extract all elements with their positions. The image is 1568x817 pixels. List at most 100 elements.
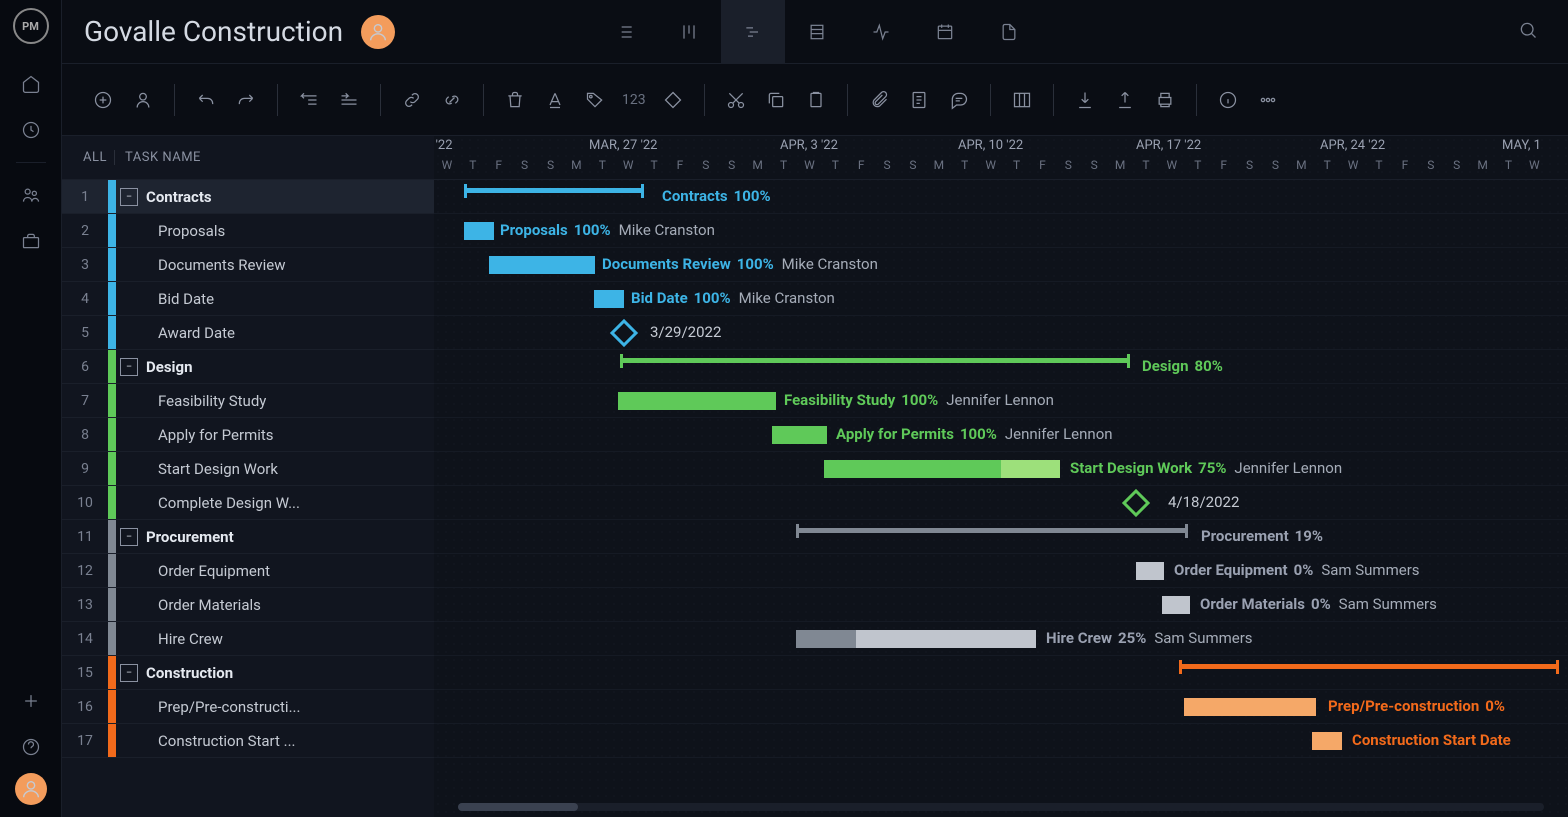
sheet-view-icon[interactable] bbox=[785, 0, 849, 64]
task-row[interactable]: 12Order Equipment bbox=[62, 554, 434, 588]
group-bar[interactable] bbox=[1179, 664, 1559, 669]
expand-icon[interactable]: − bbox=[120, 528, 138, 546]
task-row[interactable]: 2Proposals bbox=[62, 214, 434, 248]
expand-icon[interactable]: − bbox=[120, 188, 138, 206]
assign-icon[interactable] bbox=[126, 83, 160, 117]
task-bar[interactable] bbox=[772, 426, 827, 444]
indent-icon[interactable] bbox=[332, 83, 366, 117]
day-label: T bbox=[1366, 158, 1392, 180]
task-row[interactable]: 17Construction Start ... bbox=[62, 724, 434, 758]
briefcase-icon[interactable] bbox=[11, 221, 51, 261]
notes-icon[interactable] bbox=[902, 83, 936, 117]
home-icon[interactable] bbox=[11, 64, 51, 104]
tag-icon[interactable] bbox=[578, 83, 612, 117]
file-view-icon[interactable] bbox=[977, 0, 1041, 64]
col-name[interactable]: TASK NAME bbox=[114, 150, 201, 165]
task-bar[interactable] bbox=[824, 460, 1060, 478]
day-label: W bbox=[615, 158, 641, 180]
task-row[interactable]: 6−Design bbox=[62, 350, 434, 384]
col-all[interactable]: ALL bbox=[62, 150, 114, 165]
task-row[interactable]: 16Prep/Pre-constructi... bbox=[62, 690, 434, 724]
recent-icon[interactable] bbox=[11, 110, 51, 150]
color-bar bbox=[108, 248, 116, 281]
task-bar[interactable] bbox=[594, 290, 624, 308]
delete-icon[interactable] bbox=[498, 83, 532, 117]
copy-icon[interactable] bbox=[759, 83, 793, 117]
day-label: M bbox=[1288, 158, 1314, 180]
row-number: 16 bbox=[62, 699, 108, 715]
horizontal-scrollbar[interactable] bbox=[458, 803, 1544, 811]
milestone-icon[interactable] bbox=[656, 83, 690, 117]
task-row[interactable]: 5Award Date bbox=[62, 316, 434, 350]
task-row[interactable]: 10Complete Design W... bbox=[62, 486, 434, 520]
task-name: Award Date bbox=[116, 324, 235, 342]
paste-icon[interactable] bbox=[799, 83, 833, 117]
toolbar-number[interactable]: 123 bbox=[618, 92, 650, 108]
gantt-view-icon[interactable] bbox=[721, 0, 785, 64]
columns-icon[interactable] bbox=[1005, 83, 1039, 117]
task-bar[interactable] bbox=[1312, 732, 1342, 750]
task-row[interactable]: 14Hire Crew bbox=[62, 622, 434, 656]
expand-icon[interactable]: − bbox=[120, 358, 138, 376]
group-bar[interactable] bbox=[620, 358, 1130, 363]
unlink-icon[interactable] bbox=[435, 83, 469, 117]
task-bar[interactable] bbox=[464, 222, 494, 240]
app-logo[interactable]: PM bbox=[13, 8, 49, 44]
day-label: S bbox=[1237, 158, 1263, 180]
attachment-icon[interactable] bbox=[862, 83, 896, 117]
group-bar[interactable] bbox=[796, 528, 1188, 533]
expand-icon[interactable]: − bbox=[120, 664, 138, 682]
task-bar[interactable] bbox=[489, 256, 595, 274]
task-bar[interactable] bbox=[1162, 596, 1190, 614]
user-avatar-rail[interactable] bbox=[15, 773, 47, 805]
task-bar[interactable] bbox=[1184, 698, 1316, 716]
task-row[interactable]: 15−Construction bbox=[62, 656, 434, 690]
import-icon[interactable] bbox=[1068, 83, 1102, 117]
print-icon[interactable] bbox=[1148, 83, 1182, 117]
search-icon[interactable] bbox=[1510, 12, 1546, 52]
undo-icon[interactable] bbox=[189, 83, 223, 117]
row-number: 12 bbox=[62, 563, 108, 579]
milestone-icon[interactable] bbox=[1122, 489, 1150, 517]
calendar-view-icon[interactable] bbox=[913, 0, 977, 64]
task-row[interactable]: 1−Contracts bbox=[62, 180, 434, 214]
export-icon[interactable] bbox=[1108, 83, 1142, 117]
link-icon[interactable] bbox=[395, 83, 429, 117]
row-number: 13 bbox=[62, 597, 108, 613]
text-style-icon[interactable] bbox=[538, 83, 572, 117]
row-number: 1 bbox=[62, 189, 108, 205]
group-bar[interactable] bbox=[464, 188, 644, 193]
list-view-icon[interactable] bbox=[593, 0, 657, 64]
day-label: W bbox=[1521, 158, 1547, 180]
activity-view-icon[interactable] bbox=[849, 0, 913, 64]
board-view-icon[interactable] bbox=[657, 0, 721, 64]
task-row[interactable]: 4Bid Date bbox=[62, 282, 434, 316]
task-bar[interactable] bbox=[618, 392, 776, 410]
redo-icon[interactable] bbox=[229, 83, 263, 117]
task-bar[interactable] bbox=[1136, 562, 1164, 580]
task-row[interactable]: 13Order Materials bbox=[62, 588, 434, 622]
info-icon[interactable] bbox=[1211, 83, 1245, 117]
task-bar[interactable] bbox=[796, 630, 1036, 648]
task-row[interactable]: 8 Apply for Permits bbox=[62, 418, 434, 452]
add-icon[interactable] bbox=[11, 681, 51, 721]
gantt-chart[interactable]: R, 20 '22MAR, 27 '22APR, 3 '22APR, 10 '2… bbox=[434, 136, 1568, 817]
task-row[interactable]: 7Feasibility Study bbox=[62, 384, 434, 418]
task-row[interactable]: 3Documents Review bbox=[62, 248, 434, 282]
task-row[interactable]: 11−Procurement bbox=[62, 520, 434, 554]
color-bar bbox=[108, 282, 116, 315]
milestone-icon[interactable] bbox=[610, 319, 638, 347]
team-icon[interactable] bbox=[11, 175, 51, 215]
day-label: W bbox=[434, 158, 460, 180]
comment-icon[interactable] bbox=[942, 83, 976, 117]
row-number: 8 bbox=[62, 427, 108, 443]
add-task-icon[interactable] bbox=[86, 83, 120, 117]
more-icon[interactable] bbox=[1251, 83, 1285, 117]
help-icon[interactable] bbox=[11, 727, 51, 767]
user-avatar[interactable] bbox=[361, 15, 395, 49]
cut-icon[interactable] bbox=[719, 83, 753, 117]
color-bar bbox=[108, 180, 116, 213]
outdent-icon[interactable] bbox=[292, 83, 326, 117]
task-row[interactable]: 9Start Design Work bbox=[62, 452, 434, 486]
task-name: Apply for Permits bbox=[116, 426, 274, 444]
